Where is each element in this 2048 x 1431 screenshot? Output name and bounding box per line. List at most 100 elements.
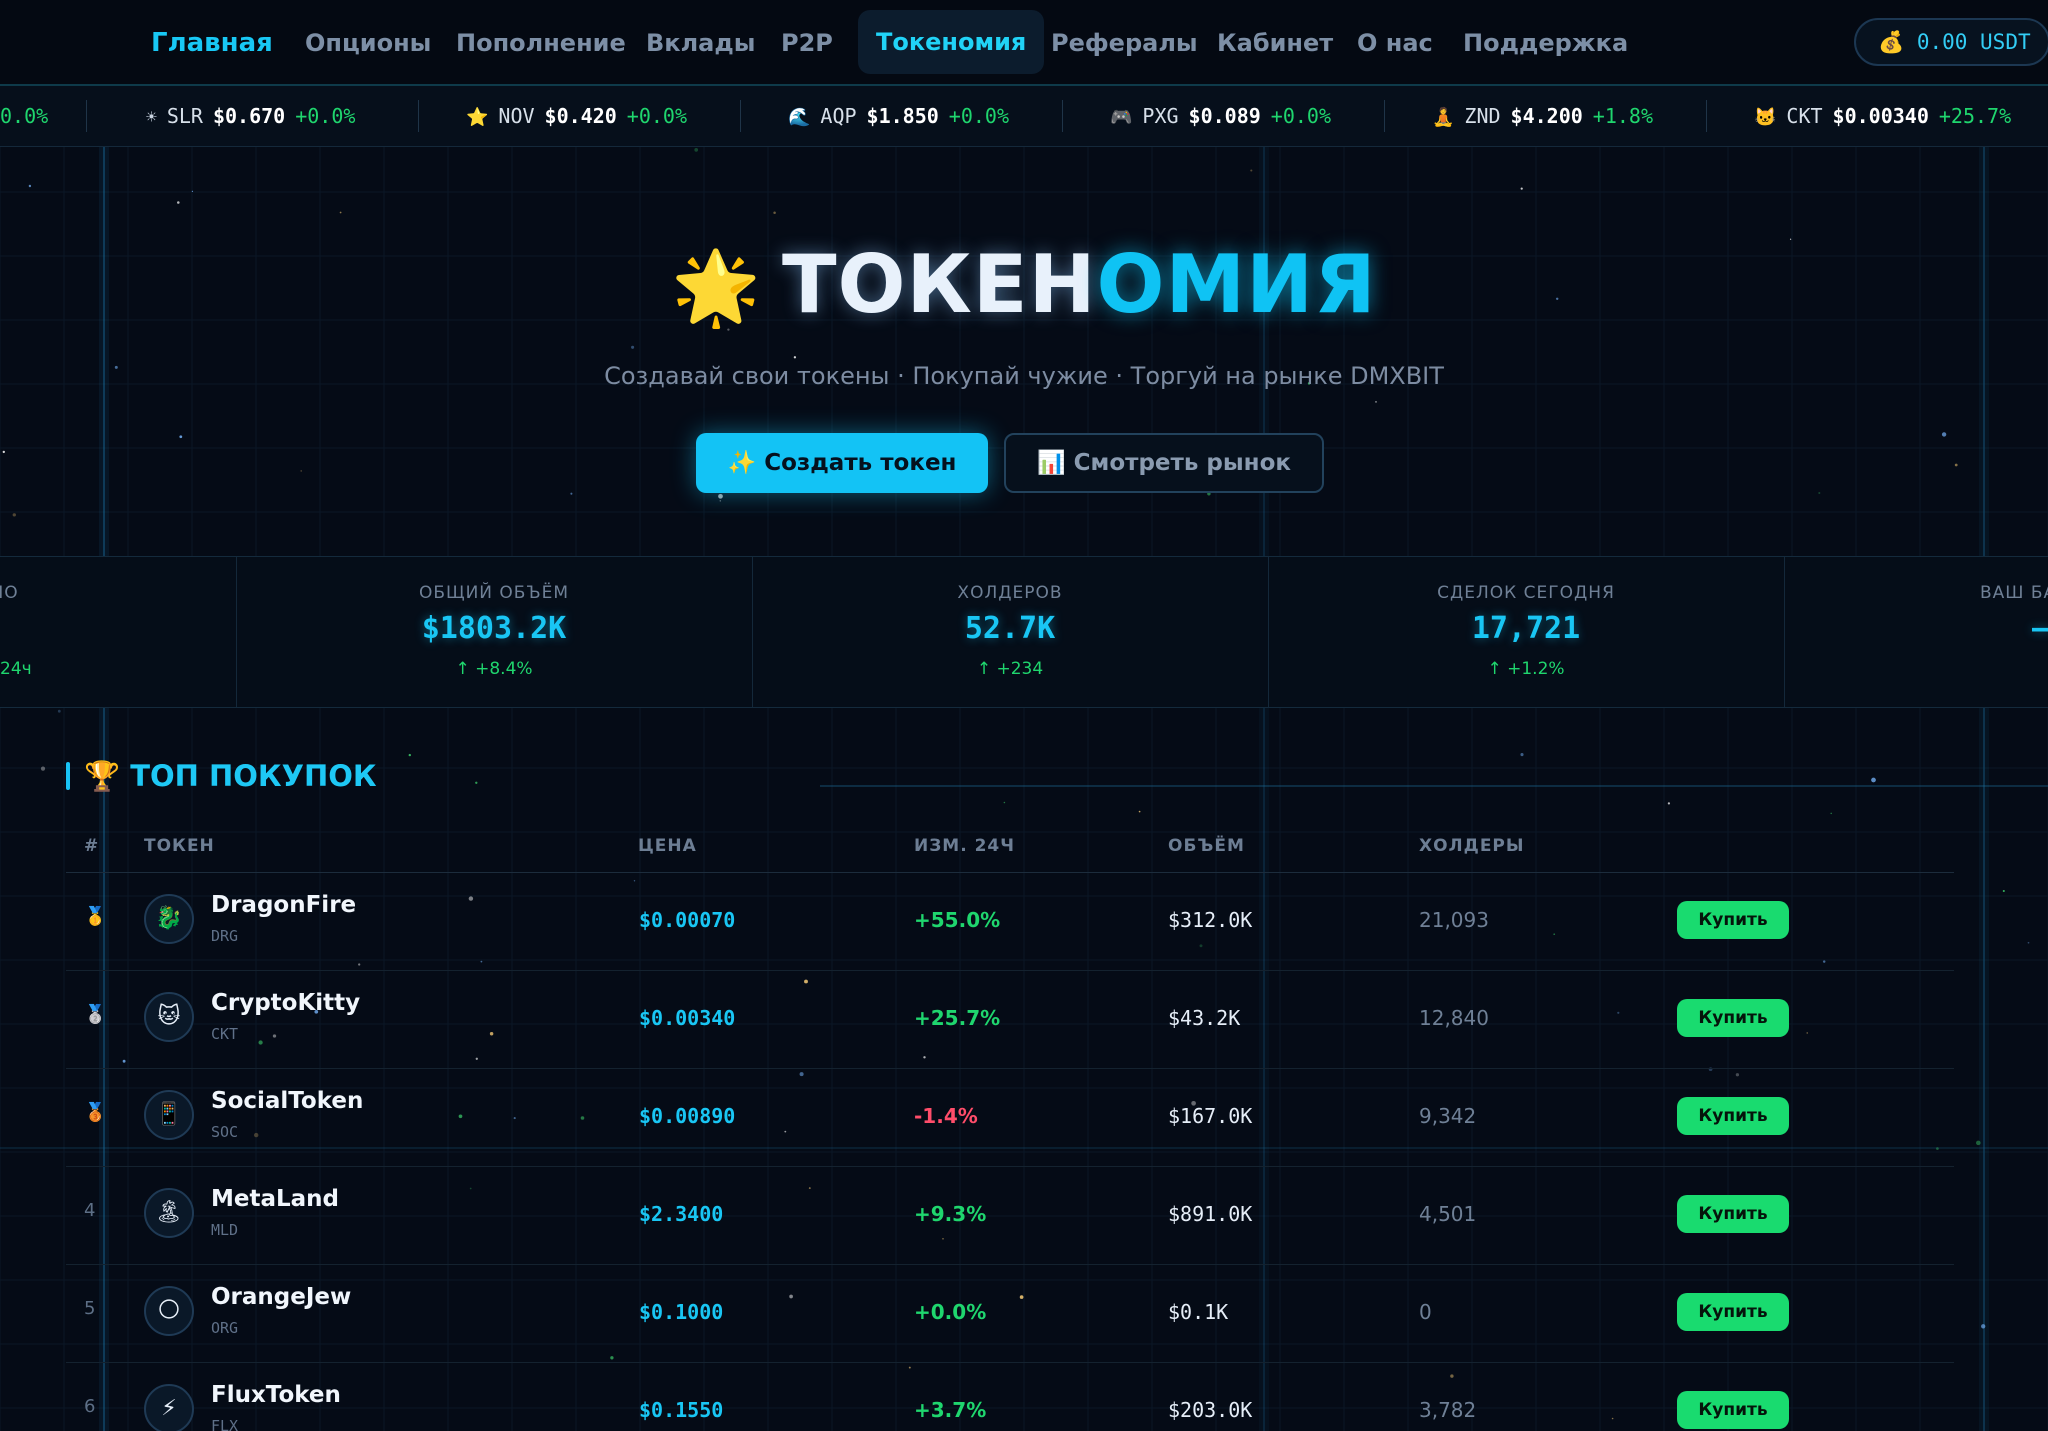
token-symbol: MLD [211, 1221, 239, 1239]
sun-icon: ☀ [146, 107, 157, 128]
cat-icon: 🐱 [1754, 107, 1777, 128]
buy-button[interactable]: Купить [1677, 901, 1789, 939]
stat-delta: ↑ +1.2% [1487, 659, 1565, 679]
stat-holders: ХОЛДЕРОВ 52.7K ↑ +234 [752, 557, 1268, 707]
rank-number: 6 [84, 1396, 96, 1417]
nav-item-p2p[interactable]: P2P [781, 21, 833, 65]
stat-delta: 24ч [0, 659, 32, 679]
token-change: +3.7% [914, 1398, 987, 1422]
table-header: # ТОКЕН ЦЕНА ИЗМ. 24Ч ОБЪЁМ ХОЛДЕРЫ [66, 826, 1954, 873]
nav-item-cabinet[interactable]: Кабинет [1217, 21, 1333, 65]
token-volume: $0.1K [1168, 1300, 1229, 1324]
ticker-divider [1384, 100, 1385, 132]
ticker-change: +0.0% [295, 104, 356, 128]
token-volume: $312.0K [1168, 908, 1253, 932]
ticker-symbol: AQP [820, 104, 857, 128]
token-symbol: CKT [211, 1025, 239, 1043]
token-price: $0.00070 [639, 908, 736, 932]
token-name[interactable]: CryptoKitty [211, 990, 360, 1016]
table-row[interactable]: 4 🏝 MetaLand MLD $2.3400 +9.3% $891.0K 4… [66, 1166, 1954, 1265]
stat-your-balance: ВАШ БА — [1784, 557, 2048, 707]
balance-pill[interactable]: 💰 0.00 USDT [1854, 18, 2048, 66]
table-row[interactable]: 🥉 📱 SocialToken SOC $0.00890 -1.4% $167.… [66, 1068, 1954, 1167]
ticker-divider [740, 100, 741, 132]
token-name[interactable]: SocialToken [211, 1088, 363, 1114]
nav-item-home[interactable]: Главная [151, 21, 273, 65]
nav-item-tokenomics[interactable]: Токеномия [858, 10, 1045, 74]
table-row[interactable]: 🥇 🐉 DragonFire DRG $0.00070 +55.0% $312.… [66, 872, 1954, 971]
ticker-item[interactable]: ☀ SLR $0.670 +0.0% [146, 86, 355, 146]
col-rank: # [84, 836, 100, 856]
title-part-1: ТОКЕН [781, 238, 1097, 331]
token-name[interactable]: DragonFire [211, 892, 356, 918]
table-row[interactable]: 6 ⚡ FluxToken FLX $0.1550 +3.7% $203.0K … [66, 1362, 1954, 1431]
ticker-price: $0.670 [212, 104, 286, 128]
token-symbol: ORG [211, 1319, 239, 1337]
nav-item-about[interactable]: О нас [1357, 21, 1433, 65]
top-navigation: Главная Опционы Пополнение Вклады P2P То… [0, 0, 2048, 86]
stat-label: ОЗДАНО [0, 583, 19, 603]
view-market-button[interactable]: 📊 Смотреть рынок [1004, 433, 1324, 493]
rank-number: 5 [84, 1298, 96, 1319]
stats-bar: ОЗДАНО 24ч ОБЩИЙ ОБЪЁМ $1803.2K ↑ +8.4% … [0, 556, 2048, 708]
token-volume: $891.0K [1168, 1202, 1253, 1226]
ticker-change: +1.8% [1592, 104, 1654, 128]
table-row[interactable]: 🥈 🐱 CryptoKitty CKT $0.00340 +25.7% $43.… [66, 970, 1954, 1069]
buy-button[interactable]: Купить [1677, 1293, 1789, 1331]
token-name[interactable]: MetaLand [211, 1186, 339, 1212]
gamepad-icon: 🎮 [1110, 107, 1133, 128]
token-change: +55.0% [914, 908, 1001, 932]
ticker-price: $0.089 [1188, 104, 1261, 128]
stat-label: ВАШ БА [1980, 583, 2048, 603]
nav-item-referrals[interactable]: Рефералы [1051, 21, 1198, 65]
create-token-button[interactable]: ✨ Создать токен [696, 433, 988, 493]
meditation-icon: 🧘 [1432, 107, 1455, 128]
ticker-item[interactable]: 🐱 CKT $0.00340 +25.7% [1754, 86, 2011, 146]
token-name[interactable]: FluxToken [211, 1382, 341, 1408]
ticker-price: $1.850 [866, 104, 939, 128]
buy-button[interactable]: Купить [1677, 999, 1789, 1037]
ticker-divider [418, 100, 419, 132]
stat-delta: ↑ +234 [976, 659, 1044, 679]
table-row[interactable]: 5 🌕 OrangeJew ORG $0.1000 +0.0% $0.1K 0 … [66, 1264, 1954, 1363]
ticker-item[interactable]: 🧘 ZND $4.200 +1.8% [1432, 86, 1653, 146]
ticker-symbol: PXG [1142, 104, 1179, 128]
token-symbol: DRG [211, 927, 239, 945]
token-holders: 21,093 [1419, 908, 1489, 932]
lightning-icon: ⚡ [144, 1384, 194, 1431]
ticker-price: $4.200 [1510, 104, 1583, 128]
token-volume: $167.0K [1168, 1104, 1253, 1128]
section-title: 🏆 ТОП ПОКУПОК [84, 759, 377, 793]
stat-label: ОБЩИЙ ОБЪЁМ [418, 583, 570, 603]
stat-label: СДЕЛОК СЕГОДНЯ [1437, 583, 1615, 603]
buy-button[interactable]: Купить [1677, 1391, 1789, 1429]
ticker-change: +0.0% [948, 104, 1010, 128]
nav-item-deposit[interactable]: Пополнение [456, 21, 626, 65]
stat-label: ХОЛДЕРОВ [957, 583, 1063, 603]
token-name[interactable]: OrangeJew [211, 1284, 351, 1310]
ticker-change: +25.7% [1938, 104, 2012, 128]
nav-item-options[interactable]: Опционы [305, 21, 431, 65]
stat-value: 52.7K [964, 611, 1056, 646]
moon-icon: 🌕 [144, 1286, 194, 1336]
ticker-symbol: CKT [1786, 104, 1823, 128]
ticker-item[interactable]: 🌊 AQP $1.850 +0.0% [788, 86, 1009, 146]
nav-item-savings[interactable]: Вклады [646, 21, 755, 65]
ticker-divider [86, 100, 87, 132]
token-change: +9.3% [914, 1202, 987, 1226]
phone-icon: 📱 [144, 1090, 194, 1140]
buy-button[interactable]: Купить [1677, 1097, 1789, 1135]
ticker-divider [1706, 100, 1707, 132]
token-change: -1.4% [914, 1104, 978, 1128]
ticker-item[interactable]: 🎮 PXG $0.089 +0.0% [1110, 86, 1331, 146]
token-change: +25.7% [914, 1006, 1001, 1030]
ticker-change: +0.0% [1270, 104, 1332, 128]
col-token: ТОКЕН [144, 836, 215, 856]
token-symbol: FLX [211, 1417, 239, 1431]
ticker-item[interactable]: 0.0% [0, 86, 48, 146]
nav-item-support[interactable]: Поддержка [1463, 21, 1628, 65]
buy-button[interactable]: Купить [1677, 1195, 1789, 1233]
stat-created: ОЗДАНО 24ч [0, 557, 236, 707]
token-price: $0.00890 [639, 1104, 736, 1128]
ticker-item[interactable]: ⭐ NOV $0.420 +0.0% [466, 86, 687, 146]
